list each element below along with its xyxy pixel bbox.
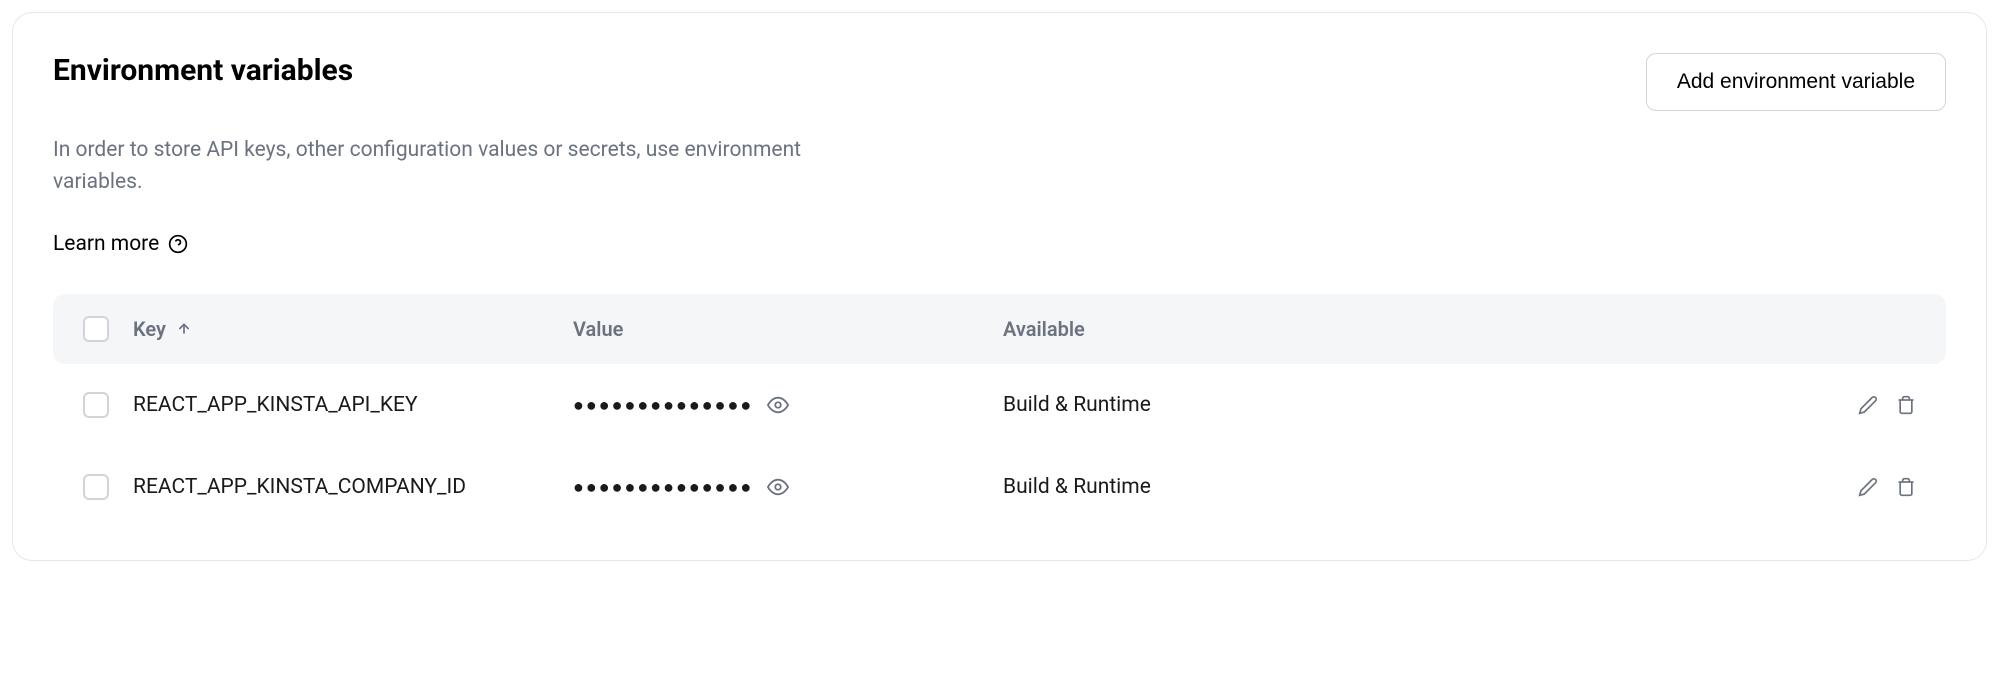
row-available: Build & Runtime [1003,475,1826,499]
header-row: Environment variables Add environment va… [53,53,1946,111]
reveal-value-icon[interactable] [767,476,789,498]
masked-value: ●●●●●●●●●●●●●● [573,395,753,416]
header-available: Available [1003,317,1826,341]
header-key[interactable]: Key [133,317,573,341]
reveal-value-icon[interactable] [767,394,789,416]
header-check-col [83,316,133,342]
select-all-checkbox[interactable] [83,316,109,342]
row-check-col [83,474,133,500]
row-available: Build & Runtime [1003,393,1826,417]
trash-icon[interactable] [1896,477,1916,497]
edit-icon[interactable] [1858,395,1878,415]
row-value: ●●●●●●●●●●●●●● [573,476,1003,498]
masked-value: ●●●●●●●●●●●●●● [573,477,753,498]
header-value: Value [573,317,1003,341]
row-check-col [83,392,133,418]
table-header: Key Value Available [53,294,1946,364]
table-row: REACT_APP_KINSTA_COMPANY_ID ●●●●●●●●●●●●… [53,446,1946,528]
row-actions [1826,477,1916,497]
header-left: Environment variables [53,53,353,108]
row-checkbox[interactable] [83,392,109,418]
learn-more-label: Learn more [53,232,159,256]
row-actions [1826,395,1916,415]
row-key: REACT_APP_KINSTA_COMPANY_ID [133,475,573,499]
section-description: In order to store API keys, other config… [53,135,813,198]
env-vars-card: Environment variables Add environment va… [12,12,1987,561]
learn-more-link[interactable]: Learn more [53,232,189,256]
header-key-label: Key [133,317,166,341]
row-value: ●●●●●●●●●●●●●● [573,394,1003,416]
sort-up-icon [176,321,192,337]
row-key: REACT_APP_KINSTA_API_KEY [133,393,573,417]
help-icon [167,233,189,255]
trash-icon[interactable] [1896,395,1916,415]
section-title: Environment variables [53,53,353,88]
env-vars-table: Key Value Available REACT_APP_KINSTA_API… [53,294,1946,528]
add-env-var-button[interactable]: Add environment variable [1646,53,1946,111]
edit-icon[interactable] [1858,477,1878,497]
table-row: REACT_APP_KINSTA_API_KEY ●●●●●●●●●●●●●● … [53,364,1946,446]
row-checkbox[interactable] [83,474,109,500]
